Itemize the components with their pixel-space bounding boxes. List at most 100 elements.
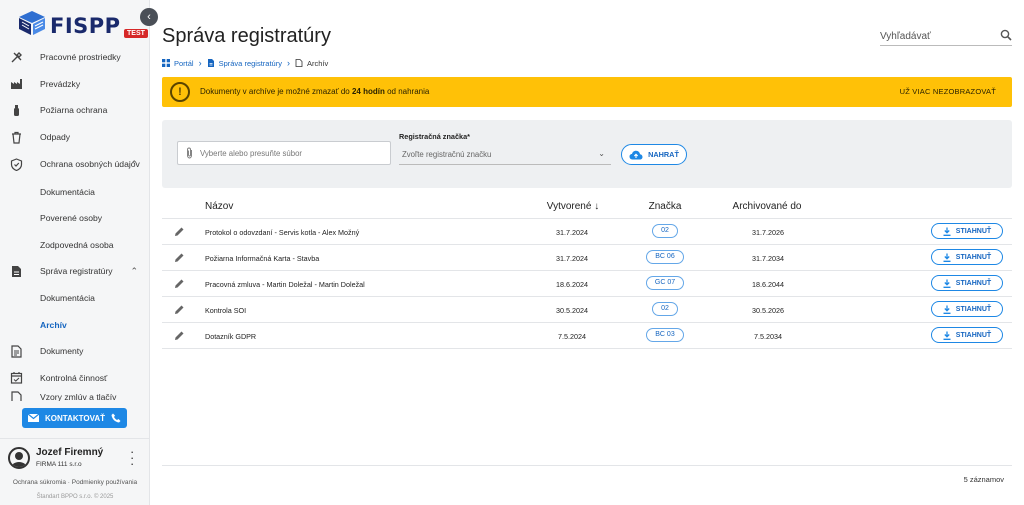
pencil-icon[interactable]	[174, 252, 185, 265]
user-name: Jozef Firemný	[36, 447, 104, 458]
footer-links[interactable]: Ochrana súkromia · Podmienky používania	[0, 479, 150, 486]
grid-icon	[162, 59, 170, 67]
table-row: Pracovná zmluva - Martin Doležal - Marti…	[162, 271, 1012, 297]
chevron-up-icon: ⌃	[130, 265, 138, 276]
row-archived: 31.7.2026	[752, 228, 784, 237]
column-header-mark[interactable]: Značka	[632, 201, 698, 212]
pencil-icon[interactable]	[174, 278, 185, 291]
pencil-icon[interactable]	[174, 304, 185, 317]
contact-button-label: KONTAKTOVAŤ	[45, 413, 105, 423]
sidebar-item-label: Správa registratúry	[40, 266, 113, 277]
upload-button[interactable]: NAHRAŤ	[621, 144, 687, 165]
arrow-down-icon: ↓	[594, 201, 600, 212]
archive-alert: ! Dokumenty v archíve je možné zmazať do…	[162, 77, 1012, 107]
registry-icon	[10, 265, 23, 278]
sidebar-item-label: Dokumentácia	[40, 186, 95, 197]
registration-mark-placeholder: Zvoľte registračnú značku	[402, 150, 492, 159]
file-picker[interactable]: Vyberte alebo presuňte súbor	[177, 141, 391, 165]
alert-message: Dokumenty v archíve je možné zmazať do 2…	[200, 87, 430, 96]
sidebar-nav: Pracovné prostriedky Prevádzky Požiarna …	[0, 44, 150, 402]
upload-panel: Vyberte alebo presuňte súbor Registračná…	[162, 120, 1012, 188]
logo-cube-icon	[19, 11, 45, 35]
sidebar-item-label: Odpady	[40, 132, 71, 143]
sidebar-item-label: Kontrolná činnosť	[40, 372, 108, 383]
contact-button[interactable]: KONTAKTOVAŤ	[22, 408, 127, 428]
avatar[interactable]	[8, 447, 30, 469]
sidebar-item-ochrana-osobnych-udajov[interactable]: Ochrana osobných údajov ⌃	[0, 150, 150, 178]
mark-badge: 02	[652, 224, 678, 238]
sidebar-item-label: Prevádzky	[40, 78, 81, 89]
chevron-right-icon: ›	[198, 58, 202, 68]
column-header-archived[interactable]: Archivované do	[728, 201, 806, 212]
mark-badge: BC 06	[646, 250, 684, 264]
download-button[interactable]: STIAHNUŤ	[931, 275, 1003, 291]
sidebar-subitem-archiv[interactable]: Archív	[0, 311, 150, 338]
more-vertical-icon[interactable]: · · ·	[130, 445, 134, 470]
sidebar-item-dokumenty[interactable]: Dokumenty	[0, 338, 150, 365]
shield-icon	[10, 158, 23, 171]
sidebar-item-vzory-zmluv[interactable]: Vzory zmlúv a tlačív	[0, 391, 150, 402]
mail-icon	[28, 414, 39, 422]
alert-dismiss-button[interactable]: UŽ VIAC NEZOBRAZOVAŤ	[900, 87, 996, 96]
document-icon	[10, 345, 23, 358]
row-archived: 18.6.2044	[752, 280, 784, 289]
row-created: 31.7.2024	[556, 228, 588, 237]
upload-button-label: NAHRAŤ	[648, 150, 679, 159]
sidebar-subitem-poverene-osoby[interactable]: Poverené osoby	[0, 205, 150, 232]
sidebar-subitem-zodpovedna-osoba[interactable]: Zodpovedná osoba	[0, 232, 150, 259]
breadcrumb-registry[interactable]: Správa registratúry	[207, 59, 282, 68]
copyright: Štandart BPPO s.r.o. © 2025	[36, 494, 114, 500]
breadcrumb-registry-label: Správa registratúry	[218, 58, 282, 68]
chevron-right-icon: ›	[286, 58, 290, 68]
fire-extinguisher-icon	[10, 104, 23, 117]
sidebar-item-sprava-registratury[interactable]: Správa registratúry ⌃	[0, 258, 150, 285]
sidebar-item-poziarna-ochrana[interactable]: Požiarna ochrana	[0, 97, 150, 124]
row-archived: 31.7.2034	[752, 254, 784, 263]
pencil-icon[interactable]	[174, 226, 185, 239]
column-header-created[interactable]: Vytvorené ↓	[538, 201, 608, 212]
breadcrumb-portal[interactable]: Portál	[162, 59, 194, 68]
sidebar-item-label: Archív	[40, 319, 67, 330]
row-created: 31.7.2024	[556, 254, 588, 263]
registration-mark-select[interactable]: Zvoľte registračnú značku ⌄	[399, 145, 611, 165]
sidebar-subitem-dokumentacia-registratura[interactable]: Dokumentácia	[0, 285, 150, 312]
mark-badge: GC 07	[645, 276, 685, 290]
sidebar-item-label: Pracovné prostriedky	[40, 52, 121, 63]
row-name: Kontrola SOI	[205, 306, 247, 315]
row-name: Protokol o odovzdaní - Servis kotla - Al…	[205, 228, 360, 237]
column-header-name[interactable]: Názov	[205, 201, 233, 212]
download-button[interactable]: STIAHNUŤ	[931, 327, 1003, 343]
page-title: Správa registratúry	[162, 25, 331, 47]
app-logo[interactable]: FISPP TEST	[18, 10, 148, 40]
sidebar-item-odpady[interactable]: Odpady	[0, 124, 150, 151]
row-mark: BC 06	[632, 250, 698, 264]
sidebar-item-pracovne-prostriedky[interactable]: Pracovné prostriedky	[0, 44, 150, 71]
pencil-icon[interactable]	[174, 330, 185, 343]
row-created: 18.6.2024	[556, 280, 588, 289]
sidebar-item-label: Vzory zmlúv a tlačív	[40, 392, 117, 402]
download-icon	[943, 279, 951, 288]
row-mark: 02	[632, 302, 698, 316]
factory-icon	[10, 77, 23, 90]
row-mark: 02	[632, 224, 698, 238]
search-input[interactable]	[880, 28, 995, 45]
logo-text: FISPP	[50, 14, 121, 38]
chevron-up-icon: ⌃	[130, 158, 138, 169]
sidebar-item-kontrolna-cinnost[interactable]: Kontrolná činnosť	[0, 365, 150, 392]
row-name: Dotazník GDPR	[205, 332, 257, 341]
table-header: Názov Vytvorené ↓ Značka Archivované do	[162, 195, 1012, 219]
collapse-sidebar-button[interactable]: ‹	[140, 8, 158, 26]
breadcrumb-current: Archív	[295, 59, 328, 68]
download-button[interactable]: STIAHNUŤ	[931, 249, 1003, 265]
mark-badge: 02	[652, 302, 678, 316]
table-row: Požiarna Informačná Karta - Stavba 31.7.…	[162, 245, 1012, 271]
search-icon[interactable]	[1000, 29, 1012, 41]
download-button[interactable]: STIAHNUŤ	[931, 301, 1003, 317]
paperclip-icon	[185, 147, 194, 162]
sidebar-subitem-dokumentacia-gdpr[interactable]: Dokumentácia	[0, 178, 150, 205]
download-icon	[943, 253, 951, 262]
sidebar-item-prevadzky[interactable]: Prevádzky	[0, 71, 150, 98]
calendar-check-icon	[10, 371, 23, 384]
download-button[interactable]: STIAHNUŤ	[931, 223, 1003, 239]
file-picker-placeholder: Vyberte alebo presuňte súbor	[200, 149, 303, 158]
